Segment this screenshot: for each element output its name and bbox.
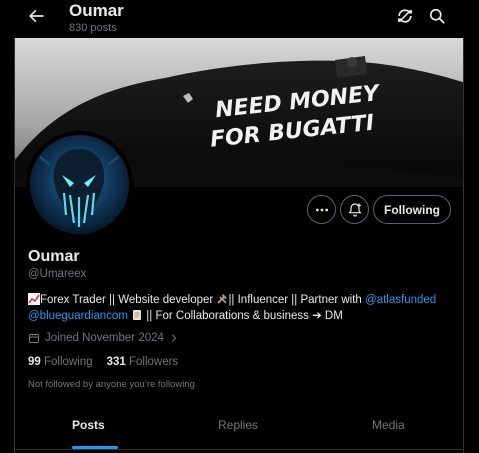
scroll-icon [133, 310, 142, 320]
tab-posts[interactable]: Posts [72, 418, 105, 432]
avatar[interactable] [26, 131, 133, 238]
followers-count: 331 [106, 356, 126, 368]
more-options-button[interactable] [307, 195, 336, 224]
chevron-right-icon [171, 334, 177, 342]
not-followed-notice: Not followed by anyone you’re following [28, 379, 195, 390]
notifications-button[interactable] [340, 195, 369, 224]
chart-increasing-icon [28, 293, 40, 305]
page-title: Oumar [69, 1, 124, 20]
calendar-icon [29, 333, 39, 343]
tab-replies[interactable]: Replies [218, 418, 258, 432]
profile-bio: Forex Trader || Website developer || Inf… [28, 292, 458, 324]
top-bar: Oumar 830 posts [0, 0, 479, 38]
mention-atlasfunded-link[interactable]: @atlasfunded [365, 294, 436, 306]
joined-date[interactable]: Joined November 2024 [28, 332, 179, 344]
following-text: Following [44, 356, 93, 368]
profile-name: Oumar [28, 248, 80, 265]
profile-handle: @Umareex [28, 268, 87, 280]
follow-stats: 99 Following 331 Followers [28, 356, 178, 368]
avatar-image [30, 135, 129, 234]
search-icon[interactable] [427, 6, 447, 26]
bio-text-2: || Influencer || Partner with [228, 294, 366, 306]
active-tab-indicator [72, 446, 118, 449]
profile-tabs: Posts Replies Media [15, 404, 463, 450]
joined-text: Joined November 2024 [45, 332, 164, 344]
followers-link[interactable]: 331 Followers [107, 356, 179, 368]
hammer-wrench-icon [217, 294, 228, 304]
refresh-icon[interactable] [395, 6, 415, 26]
following-count: 99 [28, 356, 41, 368]
bell-plus-icon [348, 202, 361, 217]
back-arrow-icon[interactable] [26, 6, 46, 26]
tab-media[interactable]: Media [372, 418, 405, 432]
following-link[interactable]: 99 Following [28, 356, 93, 368]
post-count: 830 posts [69, 22, 117, 34]
bio-text-3: || For Collaborations & business ➔ DM [143, 310, 343, 322]
following-button[interactable]: Following [373, 195, 451, 224]
bio-text-1: Forex Trader || Website developer [40, 294, 217, 306]
followers-text: Followers [128, 356, 179, 368]
more-dots-icon [315, 208, 328, 211]
mention-blueguardiancom-link[interactable]: @blueguardiancom [28, 310, 128, 322]
